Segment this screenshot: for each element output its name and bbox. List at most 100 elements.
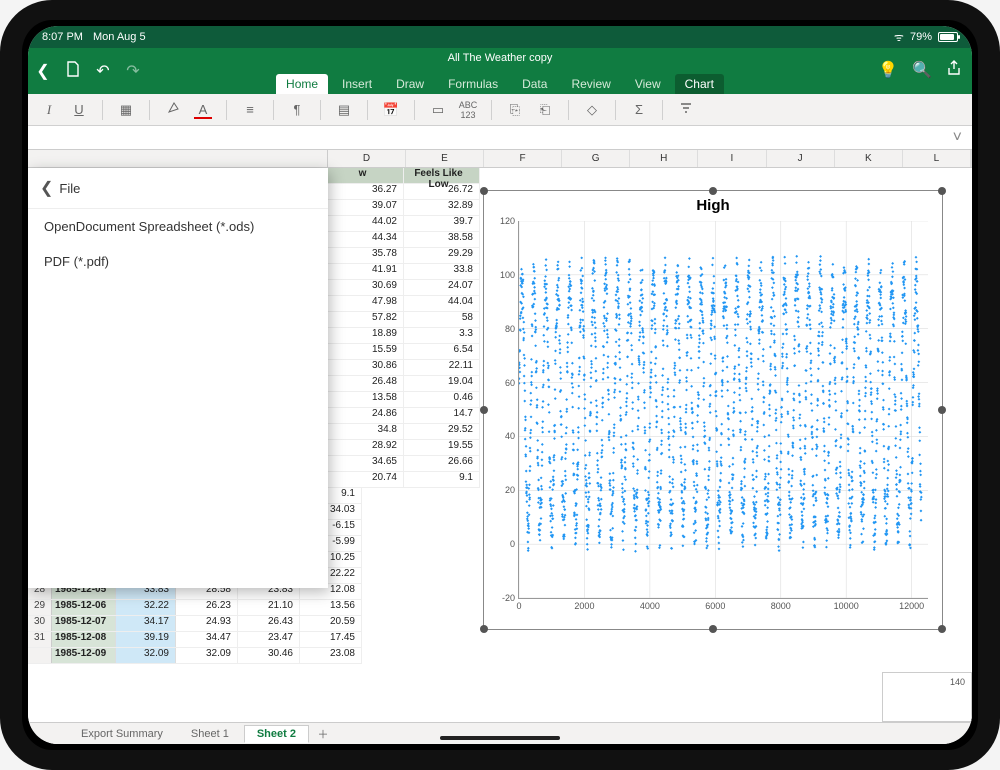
document-title: All The Weather copy: [28, 52, 972, 64]
chevron-down-icon[interactable]: ˅: [953, 129, 962, 147]
table-row[interactable]: 44.0239.7: [328, 216, 480, 232]
resize-handle[interactable]: [480, 406, 488, 414]
tab-data[interactable]: Data: [512, 74, 557, 94]
share-icon[interactable]: [946, 60, 962, 81]
chart-object[interactable]: High -2002040608010012002000400060008000…: [483, 190, 943, 630]
font-color-button[interactable]: A: [192, 102, 214, 117]
tab-view[interactable]: View: [625, 74, 671, 94]
abc-button[interactable]: ABC123: [457, 100, 479, 120]
export-format-dropdown: ❮ File OpenDocument Spreadsheet (*.ods) …: [28, 168, 328, 588]
ribbon-tabs: Home Insert Draw Formulas Data Review Vi…: [28, 74, 972, 94]
status-date: Mon Aug 5: [93, 31, 146, 43]
table-row[interactable]: 26.4819.04: [328, 376, 480, 392]
table-row[interactable]: 20.749.1: [328, 472, 480, 488]
number-format-button[interactable]: 📅: [380, 102, 402, 118]
table-row[interactable]: 34.6526.66: [328, 456, 480, 472]
resize-handle[interactable]: [480, 625, 488, 633]
battery-icon: [938, 32, 958, 42]
table-row[interactable]: 28.9219.55: [328, 440, 480, 456]
lightbulb-icon[interactable]: 💡: [878, 60, 898, 81]
y-tick: 60: [505, 378, 519, 388]
search-icon[interactable]: 🔍: [912, 60, 932, 81]
y-tick: 80: [505, 324, 519, 334]
x-tick: 6000: [705, 598, 725, 611]
sheet-tab[interactable]: Export Summary: [68, 725, 176, 743]
x-tick: 2000: [574, 598, 594, 611]
table-row[interactable]: 41.9133.8: [328, 264, 480, 280]
x-tick: 12000: [899, 598, 924, 611]
x-tick: 10000: [834, 598, 859, 611]
merge-button[interactable]: ▤: [333, 102, 355, 118]
export-option-ods[interactable]: OpenDocument Spreadsheet (*.ods): [28, 209, 328, 244]
table-row[interactable]: 311985-12-0839.1934.4723.4717.45: [28, 632, 362, 648]
resize-handle[interactable]: [480, 187, 488, 195]
fill-color-button[interactable]: [162, 101, 184, 118]
table-row[interactable]: 15.596.54: [328, 344, 480, 360]
table-row[interactable]: 1985-12-0932.0932.0930.4623.08: [28, 648, 362, 664]
dropdown-back-label: File: [59, 181, 80, 196]
table-row[interactable]: 57.8258: [328, 312, 480, 328]
autosum-button[interactable]: Σ: [628, 102, 650, 117]
col-header[interactable]: E: [406, 150, 484, 167]
bold-button[interactable]: I: [38, 102, 60, 118]
table-row[interactable]: 44.3438.58: [328, 232, 480, 248]
column-headers[interactable]: D E F G H I J K L: [28, 150, 972, 168]
formula-bar[interactable]: ˅: [28, 126, 972, 150]
col-header[interactable]: H: [630, 150, 698, 167]
resize-handle[interactable]: [709, 187, 717, 195]
secondary-chart-peek[interactable]: 140: [882, 672, 972, 722]
y-tick: 20: [505, 485, 519, 495]
home-indicator[interactable]: [440, 736, 560, 740]
upper-cells[interactable]: wFeels Like Low36.2726.7239.0732.8944.02…: [328, 168, 480, 488]
table-row[interactable]: 47.9844.04: [328, 296, 480, 312]
col-header[interactable]: F: [484, 150, 562, 167]
resize-handle[interactable]: [938, 625, 946, 633]
wifi-icon: ᯤ: [894, 30, 904, 45]
scatter-points: [519, 221, 928, 598]
y-tick: 0: [510, 539, 519, 549]
table-row[interactable]: 36.2726.72: [328, 184, 480, 200]
insert-cells-button[interactable]: ⎘: [504, 102, 526, 118]
col-header[interactable]: K: [835, 150, 903, 167]
export-option-pdf[interactable]: PDF (*.pdf): [28, 244, 328, 279]
underline-button[interactable]: U: [68, 102, 90, 117]
rtl-button[interactable]: ¶: [286, 102, 308, 117]
clear-button[interactable]: ◇: [581, 102, 603, 118]
table-row[interactable]: 30.8622.11: [328, 360, 480, 376]
sheet-tab[interactable]: Sheet 1: [178, 725, 242, 743]
col-header[interactable]: G: [562, 150, 630, 167]
table-row[interactable]: 39.0732.89: [328, 200, 480, 216]
col-header[interactable]: J: [767, 150, 835, 167]
col-header[interactable]: D: [328, 150, 406, 167]
sort-filter-button[interactable]: [675, 101, 697, 118]
resize-handle[interactable]: [709, 625, 717, 633]
table-row[interactable]: 24.8614.7: [328, 408, 480, 424]
tab-formulas[interactable]: Formulas: [438, 74, 508, 94]
dropdown-back[interactable]: ❮ File: [28, 168, 328, 209]
x-tick: 0: [516, 598, 521, 611]
status-time: 8:07 PM: [42, 31, 83, 43]
table-row[interactable]: 18.893.3: [328, 328, 480, 344]
resize-handle[interactable]: [938, 187, 946, 195]
tab-chart[interactable]: Chart: [675, 74, 724, 94]
table-row[interactable]: 13.580.46: [328, 392, 480, 408]
chevron-left-icon: ❮: [40, 178, 53, 198]
tab-review[interactable]: Review: [561, 74, 620, 94]
table-row[interactable]: 30.6924.07: [328, 280, 480, 296]
table-row[interactable]: 34.829.52: [328, 424, 480, 440]
col-header[interactable]: I: [698, 150, 766, 167]
tab-insert[interactable]: Insert: [332, 74, 382, 94]
table-row[interactable]: 291985-12-0632.2226.2321.1013.56: [28, 600, 362, 616]
col-header[interactable]: L: [903, 150, 971, 167]
delete-cells-button[interactable]: ⎗: [534, 102, 556, 118]
border-button[interactable]: ▦: [115, 102, 137, 118]
tab-draw[interactable]: Draw: [386, 74, 434, 94]
cell-styles-button[interactable]: ▭: [427, 102, 449, 118]
tab-home[interactable]: Home: [276, 74, 328, 94]
resize-handle[interactable]: [938, 406, 946, 414]
sheet-tab[interactable]: Sheet 2: [244, 725, 309, 743]
table-row[interactable]: 301985-12-0734.1724.9326.4320.59: [28, 616, 362, 632]
table-row[interactable]: 35.7829.29: [328, 248, 480, 264]
align-button[interactable]: ≡: [239, 102, 261, 117]
add-sheet-button[interactable]: ＋: [311, 726, 335, 742]
